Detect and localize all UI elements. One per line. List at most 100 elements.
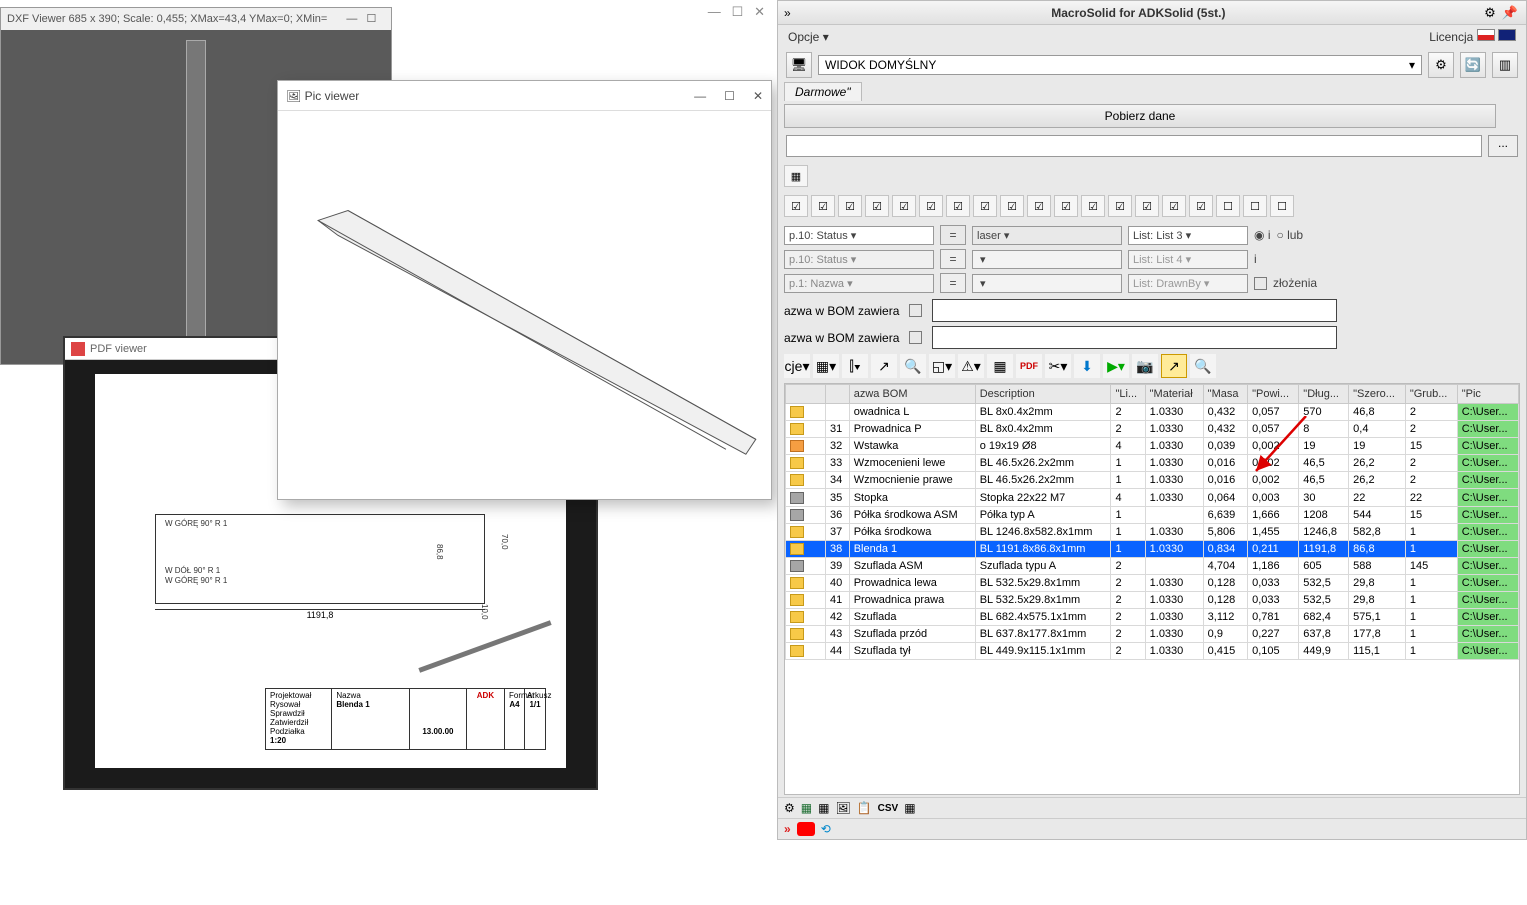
table-row[interactable]: 32Wstawkao 19x19 Ø841.03300,0390,0021919… — [786, 438, 1519, 455]
grid-header[interactable]: "Powi... — [1248, 385, 1299, 404]
cut-icon[interactable]: ✂▾ — [1045, 354, 1071, 378]
gear2-icon[interactable]: ⚙ — [1428, 52, 1454, 78]
tb-cb-12[interactable]: ☑ — [1081, 195, 1105, 217]
grid-header[interactable]: "Pic — [1457, 385, 1518, 404]
export-icon[interactable]: ↗ — [871, 354, 897, 378]
view-icon[interactable]: ▦ — [784, 165, 808, 187]
table-row[interactable]: 35StopkaStopka 22x22 M741.03300,0640,003… — [786, 489, 1519, 506]
tb-cb-7[interactable]: ☑ — [946, 195, 970, 217]
cols-icon[interactable]: ⫿▾ — [842, 354, 868, 378]
monitor-icon[interactable]: 🖥 — [786, 52, 812, 78]
table-row[interactable]: 37Półka środkowaBL 1246.8x582.8x1mm11.03… — [786, 523, 1519, 540]
zlozenia-checkbox[interactable] — [1254, 277, 1267, 290]
grid-header[interactable]: "Li... — [1111, 385, 1145, 404]
filter1-prop[interactable]: p.10: Status ▾ — [784, 226, 934, 245]
grid-header[interactable] — [786, 385, 826, 404]
camera-icon[interactable]: 📷 — [1132, 354, 1158, 378]
table-row[interactable]: 36Półka środkowa ASMPółka typ A16,6391,6… — [786, 506, 1519, 523]
find-icon[interactable]: 🔍 — [900, 354, 926, 378]
filter3-prop[interactable]: p.1: Nazwa ▾ — [784, 274, 934, 293]
search-input[interactable] — [786, 135, 1482, 157]
cube-icon[interactable]: ◱▾ — [929, 354, 955, 378]
gear-icon[interactable]: ⚙ — [1480, 4, 1500, 22]
tb-cb-1[interactable]: ☑ — [784, 195, 808, 217]
tb-cb-10[interactable]: ☑ — [1027, 195, 1051, 217]
bom-contains-input[interactable] — [932, 299, 1337, 322]
csv-button[interactable]: CSV — [878, 803, 899, 814]
panel-titlebar[interactable]: » MacroSolid for ADKSolid (5st.) ⚙ 📌 — [778, 1, 1526, 25]
highlighted-open-icon[interactable]: ↗ — [1161, 354, 1187, 378]
table-row[interactable]: 39Szuflada ASMSzuflada typu A24,7041,186… — [786, 557, 1519, 574]
table-row[interactable]: 40Prowadnica lewaBL 532.5x29.8x1mm21.033… — [786, 574, 1519, 591]
stack-icon[interactable]: ▥ — [1492, 52, 1518, 78]
grid-icon[interactable]: ▦▾ — [813, 354, 839, 378]
xls-icon[interactable]: ▦ — [801, 801, 812, 815]
tab-darmowe[interactable]: Darmowe" — [784, 82, 862, 101]
radio-lub[interactable]: ○ lub — [1276, 228, 1303, 242]
pdf-icon-btn[interactable]: PDF — [1016, 354, 1042, 378]
teamviewer-icon[interactable]: ⟲ — [821, 822, 831, 836]
tb-cb-6[interactable]: ☑ — [919, 195, 943, 217]
tb-cb-14[interactable]: ☑ — [1135, 195, 1159, 217]
filter1-val[interactable]: laser ▾ — [972, 226, 1122, 245]
youtube-icon[interactable] — [797, 822, 815, 836]
grid-header[interactable]: "Szero... — [1349, 385, 1406, 404]
gear3-icon[interactable]: ⚙ — [784, 801, 795, 815]
filter1-list[interactable]: List: List 3 ▾ — [1128, 226, 1248, 245]
tb-cb-5[interactable]: ☑ — [892, 195, 916, 217]
table-row[interactable]: 44Szuflada tyłBL 449.9x115.1x1mm21.03300… — [786, 643, 1519, 660]
doc-icon[interactable]: ▦ — [987, 354, 1013, 378]
pobierz-dane-button[interactable]: Pobierz dane — [784, 104, 1496, 128]
bom-contains-checkbox[interactable] — [909, 304, 922, 317]
refresh-icon[interactable]: 🔄 — [1460, 52, 1486, 78]
grid-header[interactable]: "Materiał — [1145, 385, 1203, 404]
bom-contains-input2[interactable] — [932, 326, 1337, 349]
tb-cb-4[interactable]: ☑ — [865, 195, 889, 217]
opcje-dropdown[interactable]: Opcje ▾ — [788, 30, 829, 44]
window-controls[interactable]: — ☐ ✕ — [697, 4, 777, 20]
table-row[interactable]: 42SzufladaBL 682.4x575.1x1mm21.03303,112… — [786, 609, 1519, 626]
db-icon[interactable]: ▦ — [818, 801, 829, 815]
zoom-icon[interactable]: 🔍 — [1190, 354, 1216, 378]
play-icon[interactable]: ▶▾ — [1103, 354, 1129, 378]
pic-maximize-icon[interactable]: ☐ — [724, 81, 735, 110]
grid-header[interactable]: azwa BOM — [849, 385, 975, 404]
tb-cb-3[interactable]: ☑ — [838, 195, 862, 217]
table-icon[interactable]: ▦ — [904, 801, 915, 815]
tb-cb-16[interactable]: ☑ — [1189, 195, 1213, 217]
cje-dropdown[interactable]: cje▾ — [784, 354, 810, 378]
expand-icon[interactable]: » — [784, 6, 791, 20]
grid-header[interactable]: "Dług... — [1299, 385, 1349, 404]
table-row[interactable]: owadnica LBL 8x0.4x2mm21.03300,4320,0575… — [786, 404, 1519, 421]
flag-uk-icon[interactable] — [1498, 29, 1516, 41]
pic-titlebar[interactable]: 🖼 Pic viewer — ☐ ✕ — [278, 81, 771, 111]
grid-header[interactable]: "Masa — [1203, 385, 1247, 404]
dxf-titlebar[interactable]: DXF Viewer 685 x 390; Scale: 0,455; XMax… — [1, 8, 391, 30]
table-row[interactable]: 41Prowadnica prawaBL 532.5x29.8x1mm21.03… — [786, 592, 1519, 609]
ellipsis-button[interactable]: ... — [1488, 135, 1518, 157]
bom-contains-checkbox2[interactable] — [909, 331, 922, 344]
filter1-eq[interactable]: = — [940, 225, 966, 245]
table-row[interactable]: 34Wzmocnienie praweBL 46.5x26.2x2mm11.03… — [786, 472, 1519, 489]
table-row[interactable]: 38Blenda 1BL 1191.8x86.8x1mm11.03300,834… — [786, 540, 1519, 557]
clip-icon[interactable]: 📋 — [857, 801, 872, 815]
grid-header[interactable]: "Grub... — [1405, 385, 1457, 404]
bom-grid[interactable]: azwa BOMDescription"Li..."Materiał"Masa"… — [784, 383, 1520, 795]
pic-close-icon[interactable]: ✕ — [753, 81, 763, 110]
pic-minimize-icon[interactable]: — — [694, 81, 706, 110]
chevrons-icon[interactable]: » — [784, 822, 791, 836]
tb-cb-15[interactable]: ☑ — [1162, 195, 1186, 217]
tb-cb-9[interactable]: ☑ — [1000, 195, 1024, 217]
grid-header[interactable]: Description — [975, 385, 1111, 404]
down-icon[interactable]: ⬇ — [1074, 354, 1100, 378]
img-icon[interactable]: 🖼 — [835, 801, 850, 815]
warn-icon[interactable]: ⚠▾ — [958, 354, 984, 378]
tb-cb-17[interactable]: ☐ — [1216, 195, 1240, 217]
tb-cb-2[interactable]: ☑ — [811, 195, 835, 217]
table-row[interactable]: 33Wzmocenieni leweBL 46.5x26.2x2mm11.033… — [786, 455, 1519, 472]
tb-cb-8[interactable]: ☑ — [973, 195, 997, 217]
grid-header[interactable] — [826, 385, 850, 404]
tb-cb-18[interactable]: ☐ — [1243, 195, 1267, 217]
pin-icon[interactable]: 📌 — [1500, 4, 1520, 22]
table-row[interactable]: 31Prowadnica PBL 8x0.4x2mm21.03300,4320,… — [786, 421, 1519, 438]
